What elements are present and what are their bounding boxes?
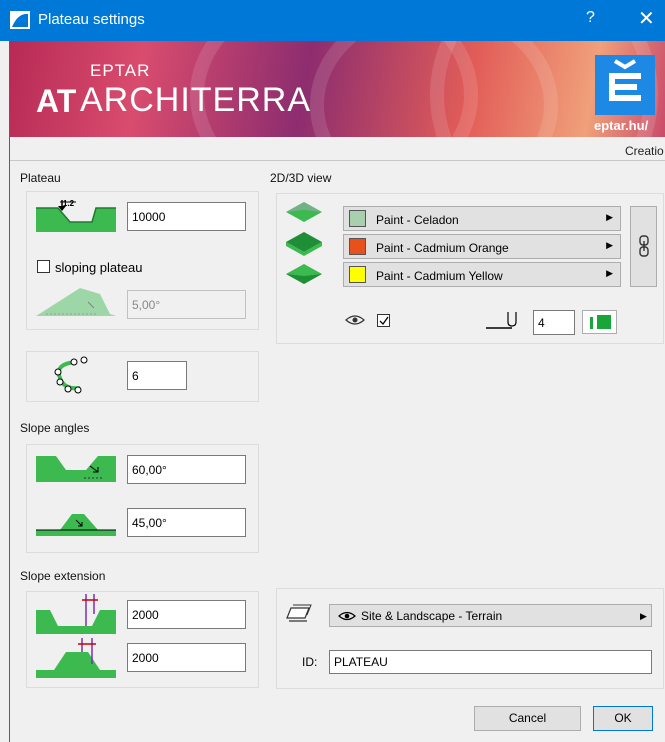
material-bottom-dropdown[interactable]: Paint - Cadmium Yellow ▶: [343, 262, 621, 287]
pen-color-swatch: [597, 315, 611, 329]
ok-button[interactable]: OK: [593, 706, 653, 731]
bottom-surface-icon: [286, 264, 322, 284]
check-icon: [379, 316, 389, 326]
segments-input[interactable]: 6: [127, 361, 187, 390]
help-button[interactable]: ?: [586, 9, 595, 27]
banner-eptar: EPTAR: [90, 61, 151, 80]
visibility-checkbox[interactable]: [377, 314, 390, 327]
material-swatch: [349, 210, 366, 227]
layers-icon: [286, 604, 312, 622]
extension-2-input[interactable]: 2000: [127, 643, 246, 672]
pen-line-swatch: [590, 317, 593, 329]
close-button[interactable]: ✕: [638, 6, 655, 31]
extension-up-icon: [36, 638, 116, 678]
material-swatch: [349, 266, 366, 283]
dropdown-arrow-icon: ▶: [606, 240, 613, 250]
banner-site: eptar.hu/: [594, 118, 649, 133]
slope-angles-label: Slope angles: [20, 421, 90, 435]
window-title: Plateau settings: [38, 11, 145, 28]
layer-dropdown[interactable]: Site & Landscape - Terrain ▶: [329, 604, 652, 627]
material-name: Paint - Cadmium Orange: [376, 241, 509, 255]
window-border: [9, 41, 10, 742]
side-surface-icon: [286, 232, 322, 256]
app-icon: [10, 11, 30, 29]
slope-angle-down-icon: [36, 456, 116, 482]
divider: [10, 160, 665, 161]
link-materials-button[interactable]: [630, 206, 657, 287]
slope-angle-2-input[interactable]: 45,00°: [127, 508, 246, 537]
material-swatch: [349, 238, 366, 255]
extension-down-icon: [36, 594, 116, 634]
segments-icon: [54, 356, 88, 394]
material-side-dropdown[interactable]: Paint - Cadmium Orange ▶: [343, 234, 621, 259]
dropdown-arrow-icon: ▶: [606, 212, 613, 222]
pen-line-icon: [486, 312, 517, 329]
layer-visible-eye-icon: [338, 611, 356, 621]
plateau-height-input[interactable]: 10000: [127, 202, 246, 231]
at-logo: AT: [36, 83, 77, 119]
slope-angle-input: 5,00°: [127, 290, 246, 319]
id-label: ID:: [302, 655, 318, 669]
tab-creation[interactable]: Creatio: [625, 144, 664, 158]
extension-1-input[interactable]: 2000: [127, 600, 246, 629]
architerra-banner: AT EPTAR ARCHITERRA eptar.hu/: [10, 41, 665, 137]
pen-color-button[interactable]: [582, 310, 617, 334]
sloping-angle-icon: [36, 288, 116, 316]
cancel-button[interactable]: Cancel: [474, 706, 581, 731]
height-badge: 1.2: [63, 199, 75, 208]
eptar-logo-icon: [595, 55, 655, 115]
dropdown-arrow-icon: ▶: [606, 268, 613, 278]
title-bar: Plateau settings ? ✕: [0, 0, 665, 41]
sloping-plateau-checkbox[interactable]: [37, 260, 50, 273]
pen-number-input[interactable]: 4: [533, 310, 575, 335]
id-input[interactable]: PLATEAU: [329, 650, 652, 674]
top-surface-icon: [286, 202, 322, 222]
sloping-plateau-label: sloping plateau: [55, 260, 143, 275]
view-label: 2D/3D view: [270, 171, 332, 185]
plateau-label: Plateau: [20, 171, 61, 185]
material-name: Paint - Cadmium Yellow: [376, 269, 503, 283]
slope-extension-label: Slope extension: [20, 569, 106, 583]
banner-architerra: ARCHITERRA: [80, 81, 312, 119]
slope-angle-up-icon: [36, 514, 116, 536]
layer-name: Site & Landscape - Terrain: [361, 609, 503, 623]
eye-icon: [345, 315, 365, 325]
dropdown-arrow-icon: ▶: [640, 611, 647, 621]
slope-angle-1-input[interactable]: 60,00°: [127, 455, 246, 484]
plateau-height-icon: [36, 200, 116, 232]
material-top-dropdown[interactable]: Paint - Celadon ▶: [343, 206, 621, 231]
material-name: Paint - Celadon: [376, 213, 459, 227]
chain-link-icon: [639, 235, 649, 257]
